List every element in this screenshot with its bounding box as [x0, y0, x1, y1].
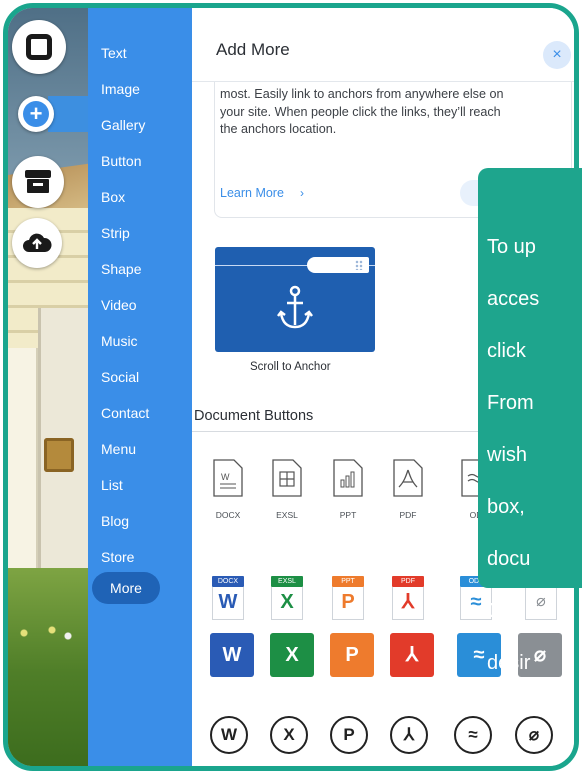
docx-tile-button[interactable]: W	[210, 633, 254, 677]
chevron-right-icon: ›	[300, 186, 304, 200]
pdf-circle-button[interactable]: ⅄	[390, 716, 428, 754]
anchor-icon	[277, 285, 313, 329]
menu-item-text[interactable]: Text	[101, 45, 127, 61]
menu-item-more[interactable]: More	[92, 572, 160, 604]
learn-more-link[interactable]: Learn More	[220, 186, 284, 200]
editor-logo-button[interactable]	[12, 20, 66, 74]
attachment-circle-button[interactable]: ⌀	[515, 716, 553, 754]
docx-file-icon: W	[213, 459, 243, 497]
exsl-badge-button[interactable]: EXSL X	[271, 576, 303, 620]
menu-item-gallery[interactable]: Gallery	[101, 117, 145, 133]
menu-item-image[interactable]: Image	[101, 81, 140, 97]
pdf-icon: ⅄	[392, 587, 424, 620]
menu-item-store[interactable]: Store	[101, 549, 134, 565]
menu-item-video[interactable]: Video	[101, 297, 137, 313]
menu-item-menu[interactable]: Menu	[101, 441, 136, 457]
menu-item-social[interactable]: Social	[101, 369, 139, 385]
close-button[interactable]: ×	[543, 41, 571, 69]
exsl-outline-label: EXSL	[276, 510, 298, 520]
anchor-info-text: most. Easily link to anchors from anywhe…	[220, 87, 504, 136]
panel-header: Add More ×	[192, 8, 574, 82]
ppt-file-icon	[333, 459, 363, 497]
excel-icon: X	[271, 587, 303, 620]
panel-title: Add More	[216, 40, 290, 59]
svg-text:W: W	[221, 472, 230, 482]
menu-item-music[interactable]: Music	[101, 333, 138, 349]
ppt-circle-button[interactable]: P	[330, 716, 368, 754]
upload-button[interactable]	[12, 218, 62, 268]
exsl-circle-button[interactable]: X	[270, 716, 308, 754]
menu-item-button[interactable]: Button	[101, 153, 141, 169]
exsl-tile-button[interactable]: X	[270, 633, 314, 677]
ppt-outline-button[interactable]	[332, 458, 364, 498]
docx-badge-button[interactable]: DOCX W	[212, 576, 244, 620]
menu-item-blog[interactable]: Blog	[101, 513, 129, 529]
pdf-badge-button[interactable]: PDF ⅄	[392, 576, 424, 620]
plus-icon: +	[23, 101, 49, 127]
docx-outline-button[interactable]: W	[212, 458, 244, 498]
menu-item-shape[interactable]: Shape	[101, 261, 141, 277]
ppt-badge-button[interactable]: PPT P	[332, 576, 364, 620]
docx-outline-label: DOCX	[215, 510, 241, 520]
pdf-outline-button[interactable]	[392, 458, 424, 498]
pdf-tile-button[interactable]: ⅄	[390, 633, 434, 677]
ppt-outline-label: PPT	[339, 510, 357, 520]
word-icon: W	[212, 587, 244, 620]
scroll-to-anchor-label: Scroll to Anchor	[250, 361, 331, 373]
add-category-menu: Text Image Gallery Button Box Strip Shap…	[88, 8, 192, 766]
add-button[interactable]: +	[18, 96, 54, 132]
scroll-to-anchor-item[interactable]	[215, 247, 375, 352]
menu-item-box[interactable]: Box	[101, 189, 125, 205]
pdf-outline-label: PDF	[399, 510, 417, 520]
ppt-tile-button[interactable]: P	[330, 633, 374, 677]
powerpoint-icon: P	[332, 587, 364, 620]
store-icon	[25, 170, 51, 193]
document-buttons-heading: Document Buttons	[194, 408, 314, 424]
menu-item-list[interactable]: List	[101, 477, 123, 493]
odt-circle-button[interactable]: ≈	[454, 716, 492, 754]
cloud-upload-icon	[23, 233, 52, 252]
square-icon	[26, 34, 52, 60]
exsl-file-icon	[272, 459, 302, 497]
menu-item-contact[interactable]: Contact	[101, 405, 149, 421]
pdf-file-icon	[393, 459, 423, 497]
menu-item-strip[interactable]: Strip	[101, 225, 130, 241]
docx-circle-button[interactable]: W	[210, 716, 248, 754]
exsl-outline-button[interactable]	[271, 458, 303, 498]
app-market-button[interactable]	[12, 156, 64, 208]
instruction-callout-text: To up acces click From wish box, docu Do…	[487, 236, 540, 674]
